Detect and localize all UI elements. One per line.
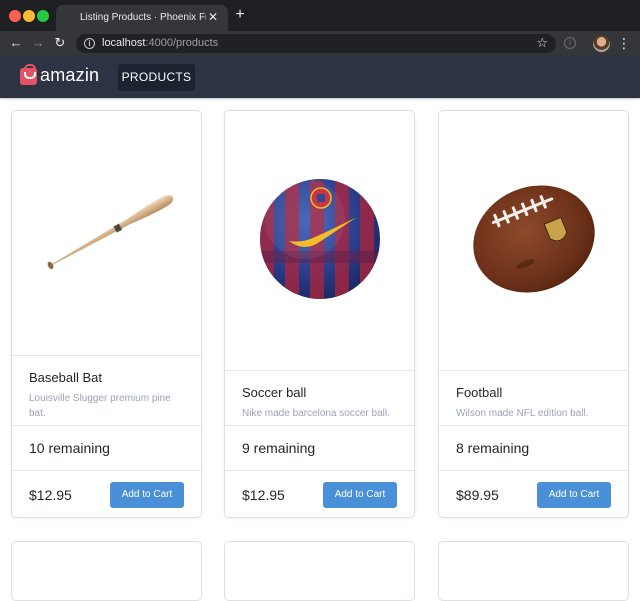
browser-toolbar: ← → ↻ i localhost:4000/products ☆ i ⋮ [0,31,640,56]
product-info: Baseball Bat Louisville Slugger premium … [12,356,201,426]
menu-icon[interactable]: ⋮ [617,35,631,51]
url-text: localhost:4000/products [102,37,218,49]
url-path: :4000/products [145,37,219,49]
add-to-cart-button[interactable]: Add to Cart [323,482,397,508]
close-window-button[interactable] [9,10,21,22]
add-to-cart-button[interactable]: Add to Cart [537,482,611,508]
bookmark-star-icon[interactable]: ☆ [536,35,548,51]
product-image-area [12,111,201,356]
baseball-bat-image [47,195,174,270]
extension-icon[interactable]: i [564,37,576,49]
product-footer: $12.95 Add to Cart [12,471,201,517]
product-info: Football Wilson made NFL edition ball. [439,371,628,426]
product-price: $89.95 [456,487,499,503]
forward-icon[interactable]: → [30,35,46,51]
product-image-area [439,111,628,371]
stock-count: 10 remaining [12,426,201,471]
product-card [224,541,415,601]
maximize-window-button[interactable] [37,10,49,22]
product-card: Soccer ball Nike made barcelona soccer b… [224,110,415,518]
nav-products-link[interactable]: PRODUCTS [118,64,195,91]
product-name[interactable]: Football [456,385,611,400]
stock-count: 8 remaining [439,426,628,471]
minimize-window-button[interactable] [23,10,35,22]
product-card [438,541,629,601]
product-footer: $12.95 Add to Cart [225,471,414,517]
product-name[interactable]: Baseball Bat [29,370,184,385]
logo-text[interactable]: amazin [40,65,99,86]
browser-tab[interactable]: Listing Products · Phoenix Fran ✕ [56,5,228,31]
info-icon[interactable]: i [84,38,95,49]
product-description: Wilson made NFL edition ball. [456,408,589,419]
soccer-ball-image [260,179,380,299]
product-name[interactable]: Soccer ball [242,385,397,400]
browser-tab-bar: Listing Products · Phoenix Fran ✕ + [0,0,640,31]
tab-title: Listing Products · Phoenix Fran [80,12,206,23]
back-icon[interactable]: ← [8,35,24,51]
shopping-bag-icon[interactable] [20,64,37,85]
address-bar[interactable]: i localhost:4000/products ☆ [76,34,556,53]
close-icon[interactable]: ✕ [208,10,218,24]
product-description: Nike made barcelona soccer ball. [242,408,390,419]
url-host: localhost [102,37,146,49]
product-price: $12.95 [242,487,285,503]
product-footer: $89.95 Add to Cart [439,471,628,517]
football-image [473,185,595,293]
product-card: Football Wilson made NFL edition ball. 8… [438,110,629,518]
product-card: Baseball Bat Louisville Slugger premium … [11,110,202,518]
new-tab-button[interactable]: + [232,6,248,24]
product-price: $12.95 [29,487,72,503]
stock-count: 9 remaining [225,426,414,471]
profile-avatar[interactable] [593,35,610,52]
product-info: Soccer ball Nike made barcelona soccer b… [225,371,414,426]
product-description: Louisville Slugger premium pine bat. [29,393,171,419]
product-image-area [225,111,414,371]
site-header: amazin PRODUCTS [0,56,640,98]
product-card [11,541,202,601]
add-to-cart-button[interactable]: Add to Cart [110,482,184,508]
reload-icon[interactable]: ↻ [52,35,68,51]
